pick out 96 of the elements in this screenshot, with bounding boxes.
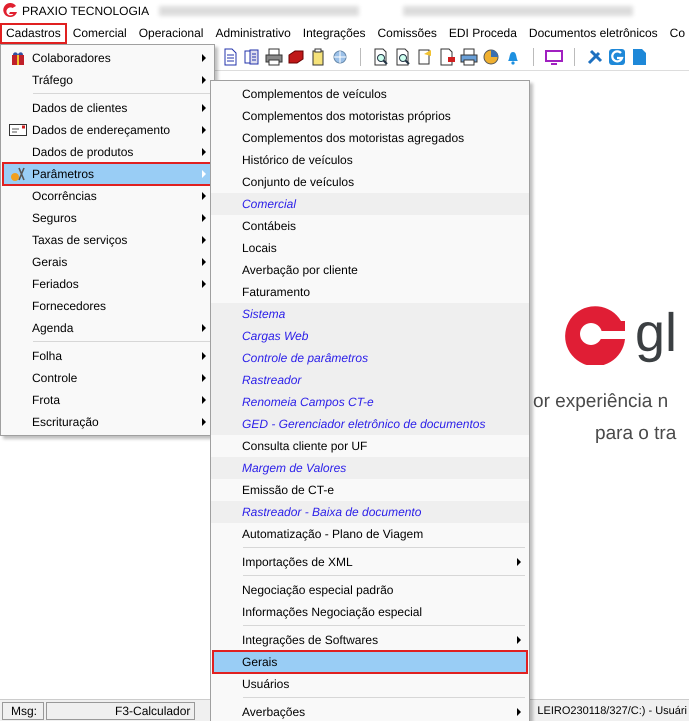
menu-item[interactable]: Gerais [3, 251, 212, 273]
menu-item[interactable]: Escrituração [3, 411, 212, 433]
brand-text: gl [635, 306, 678, 360]
menu-item[interactable]: Cargas Web [211, 325, 529, 347]
menu-bar-item[interactable]: Administrativo [209, 22, 297, 44]
menu-item[interactable]: Consulta cliente por UF [213, 435, 527, 457]
submenu-arrow-icon [202, 258, 206, 266]
gift-icon [10, 50, 26, 66]
menu-item[interactable]: Importações de XML [213, 551, 527, 573]
menu-item[interactable]: Dados de clientes [3, 97, 212, 119]
menu-item[interactable]: Rastreador [211, 369, 529, 391]
submenu-arrow-icon [202, 104, 206, 112]
submenu-arrow-icon [202, 54, 206, 62]
menu-bar-item[interactable]: Documentos eletrônicos [522, 22, 664, 44]
window-title: PRAXIO TECNOLOGIA [22, 4, 150, 18]
g-icon[interactable] [608, 48, 626, 66]
menu-item[interactable]: Locais [213, 237, 527, 259]
menu-bar-item[interactable]: Cadastros [0, 22, 67, 44]
menu-item[interactable]: GED - Gerenciador eletrônico de documentos [211, 413, 529, 435]
submenu-arrow-icon [202, 76, 206, 84]
hint-field: F3-Calculador [46, 702, 196, 720]
doc-mark-icon[interactable] [438, 48, 456, 66]
menu-item[interactable]: Parâmetros [3, 163, 212, 185]
submenu-arrow-icon [202, 280, 206, 288]
menu-bar-item[interactable]: Operacional [132, 22, 210, 44]
message-label: Msg: [2, 702, 44, 720]
menu-item[interactable]: Tráfego [3, 69, 212, 91]
menu-item[interactable]: Agenda [3, 317, 212, 339]
submenu-arrow-icon [202, 236, 206, 244]
pie-icon[interactable] [482, 48, 500, 66]
block-icon[interactable] [287, 48, 305, 66]
menu-item[interactable]: Faturamento [213, 281, 527, 303]
submenu-arrow-icon [202, 352, 206, 360]
menu-item[interactable]: Sistema [211, 303, 529, 325]
printer-icon[interactable] [265, 48, 283, 66]
submenu-arrow-icon [202, 324, 206, 332]
envelope-icon [8, 124, 26, 136]
menu-item[interactable]: Gerais [213, 651, 527, 673]
menu-item[interactable]: Frota [3, 389, 212, 411]
menu-item[interactable]: Integrações de Softwares [213, 629, 527, 651]
menu-item[interactable]: Dados de produtos [3, 141, 212, 163]
menu-item[interactable]: Automatização - Plano de Viagem [213, 523, 527, 545]
menu-item[interactable]: Averbação por cliente [213, 259, 527, 281]
submenu-arrow-icon [202, 148, 206, 156]
submenu-arrow-icon [517, 708, 521, 716]
tagline-text: para o tra [595, 423, 676, 445]
submenu-arrow-icon [202, 192, 206, 200]
submenu-arrow-icon [517, 558, 521, 566]
submenu-arrow-icon [202, 126, 206, 134]
note-icon[interactable] [416, 48, 434, 66]
menu-item[interactable]: Emissão de CT-e [213, 479, 527, 501]
menu-item[interactable]: Dados de endereçamento [3, 119, 212, 141]
menu-bar-item[interactable]: EDI Proceda [442, 22, 523, 44]
menu-item[interactable]: Feriados [3, 273, 212, 295]
menu-bar-item[interactable]: Comercial [66, 22, 133, 44]
menu-item[interactable]: Informações Negociação especial [213, 601, 527, 623]
menu-item[interactable]: Colaboradores [3, 47, 212, 69]
menu-item[interactable]: Controle [3, 367, 212, 389]
submenu-arrow-icon [202, 170, 206, 178]
menu-item[interactable]: Folha [3, 345, 212, 367]
submenu-arrow-icon [202, 418, 206, 426]
menu-item[interactable]: Comercial [211, 193, 529, 215]
submenu-arrow-icon [202, 374, 206, 382]
status-text: LEIRO230118/327/C:) - Usuári [537, 704, 687, 716]
menu-item[interactable]: Complementos dos motoristas próprios [213, 105, 527, 127]
menu-bar-item[interactable]: Co [664, 22, 689, 44]
menu-item[interactable]: Controle de parâmetros [211, 347, 529, 369]
globe-icon[interactable] [331, 48, 349, 66]
submenu-arrow-icon [517, 636, 521, 644]
submenu-arrow-icon [202, 396, 206, 404]
menu-item[interactable]: Contábeis [213, 215, 527, 237]
menu-item[interactable]: Fornecedores [3, 295, 212, 317]
menu-item[interactable]: Margem de Valores [211, 457, 529, 479]
menu-item[interactable]: Usuários [213, 673, 527, 695]
menu-item[interactable]: Rastreador - Baixa de documento [211, 501, 529, 523]
logo-icon [2, 3, 18, 19]
menu-item[interactable]: Complementos dos motoristas agregados [213, 127, 527, 149]
menu-bar-item[interactable]: Comissões [372, 22, 443, 44]
submenu-arrow-icon [202, 214, 206, 222]
menu-item[interactable]: Averbações [213, 701, 527, 721]
monitor-icon[interactable] [545, 48, 563, 66]
printer2-icon[interactable] [460, 48, 478, 66]
menu-bar-item[interactable]: Integrações [296, 22, 372, 44]
menu-item[interactable]: Renomeia Campos CT-e [211, 391, 529, 413]
file-icon[interactable] [630, 48, 648, 66]
menu-item[interactable]: Seguros [3, 207, 212, 229]
menu-item[interactable]: Histórico de veículos [213, 149, 527, 171]
search-doc-icon[interactable] [394, 48, 412, 66]
menu-item[interactable]: Conjunto de veículos [213, 171, 527, 193]
menu-item[interactable]: Negociação especial padrão [213, 579, 527, 601]
menu-item[interactable]: Taxas de serviços [3, 229, 212, 251]
menu-item[interactable]: Complementos de veículos [213, 83, 527, 105]
search-doc-icon[interactable] [372, 48, 390, 66]
menu-item[interactable]: Ocorrências [3, 185, 212, 207]
tagline-text: or experiência n [533, 391, 668, 413]
pages-icon[interactable] [243, 48, 261, 66]
